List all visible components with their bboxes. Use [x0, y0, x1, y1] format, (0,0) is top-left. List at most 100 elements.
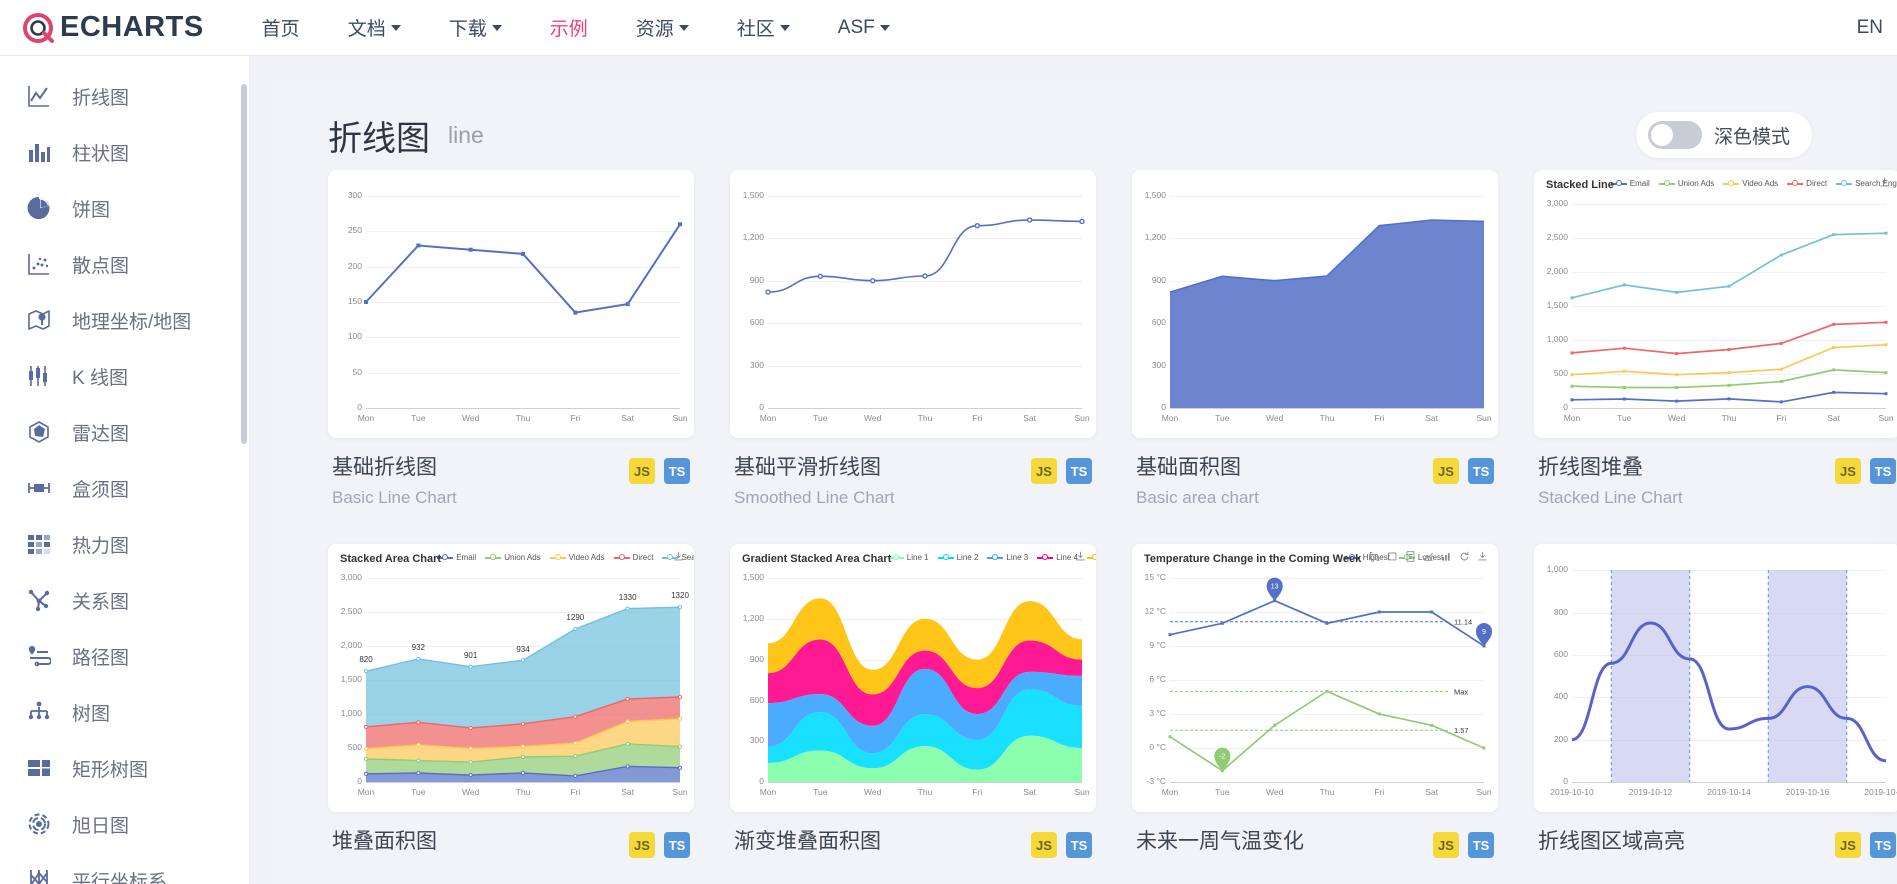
nav-asf-label: ASF: [837, 16, 875, 38]
ts-badge[interactable]: TS: [664, 458, 690, 484]
sidebar-item-13[interactable]: 矩形树图: [0, 740, 249, 796]
chart-preview[interactable]: Stacked Area Chart Email Union Ads Video Ad…: [328, 544, 694, 813]
legend-marker-icon: [613, 553, 630, 562]
chart-preview[interactable]: 0 200 400 600 800 1,000 2019-10-10 2019-10-12 20…: [1534, 544, 1897, 813]
ts-badge[interactable]: TS: [1870, 458, 1896, 484]
radar-icon: [26, 419, 52, 445]
chart-canvas: 11.14 1.57 Max 13 9 -2: [1168, 577, 1492, 773]
chevron-down-icon: [678, 24, 689, 31]
highlight-band: [1611, 570, 1690, 783]
example-card-8[interactable]: 0 200 400 600 800 1,000 2019-10-10 2019-10-12 20…: [1534, 544, 1897, 862]
sidebar-item-10[interactable]: 关系图: [0, 572, 249, 628]
sidebar-list: 折线图柱状图饼图 散点图 地理坐标/地图 K 线图 雷达图 盒须图 热力图 关系图 路径图 树图矩…: [0, 56, 249, 884]
example-card-6[interactable]: Gradient Stacked Area Chart Line 1 Line 2L…: [730, 544, 1096, 862]
legend-item[interactable]: Line 4: [1037, 553, 1078, 562]
legend-item[interactable]: Line 5: [1086, 553, 1096, 562]
chart-preview[interactable]: 0 300 600 900 1,200 1,500 Mon Tue Wed Thu Fri Sat Su…: [730, 170, 1096, 438]
language-switch[interactable]: EN: [1847, 11, 1893, 45]
ts-badge[interactable]: TS: [1066, 458, 1092, 484]
sidebar-item-15[interactable]: 平行坐标系: [0, 852, 249, 884]
sidebar-item-9[interactable]: 热力图: [0, 516, 249, 572]
chevron-down-icon: [491, 24, 502, 31]
save-image-icon[interactable]: [1879, 177, 1890, 188]
chart-title: Stacked Area Chart: [340, 553, 442, 566]
nav-examples[interactable]: 示例: [526, 8, 612, 47]
sidebar-item-5[interactable]: 地理坐标/地图: [0, 292, 249, 348]
line-switch-icon[interactable]: [1423, 551, 1434, 562]
nav-docs[interactable]: 文档: [324, 8, 425, 47]
sidebar-item-11[interactable]: 路径图: [0, 628, 249, 684]
dark-mode-switch[interactable]: [1647, 121, 1702, 149]
nav-home[interactable]: 首页: [238, 8, 324, 47]
bar-switch-icon[interactable]: [1441, 551, 1452, 562]
legend-marker-icon: [1787, 179, 1804, 188]
ts-badge[interactable]: TS: [1870, 832, 1896, 859]
chart-preview[interactable]: 0 50 100 150 200 250 300 Mon Tue Wed Thu Fri Sat Sun: [328, 170, 694, 438]
legend-item[interactable]: Direct: [613, 553, 653, 562]
example-card-2[interactable]: 0 300 600 900 1,200 1,500 Mon Tue Wed Thu Fri Sat Su…: [730, 170, 1096, 508]
nav-download[interactable]: 下载: [425, 8, 526, 47]
example-card-5[interactable]: Stacked Area Chart Email Union Ads Video Ad…: [328, 544, 694, 862]
legend-item[interactable]: Line 1: [887, 553, 929, 562]
restore-icon[interactable]: [1459, 551, 1470, 562]
example-card-3[interactable]: 0 300 600 900 1,200 1,500 Mon Tue Wed Thu Fri Sat Su…: [1132, 170, 1498, 508]
legend-item[interactable]: Line 3: [987, 553, 1028, 562]
js-badge[interactable]: JS: [1835, 458, 1861, 484]
legend-item[interactable]: Union Ads: [1658, 179, 1714, 188]
js-badge[interactable]: JS: [1031, 458, 1057, 484]
dataZoom-icon[interactable]: [1369, 551, 1380, 562]
sidebar-item-4[interactable]: 散点图: [0, 236, 249, 292]
ts-badge[interactable]: TS: [664, 832, 690, 859]
legend-item[interactable]: Direct: [1787, 179, 1827, 188]
dataView-icon[interactable]: [1405, 551, 1416, 562]
legend-item[interactable]: Email: [437, 553, 476, 562]
card-meta: 折线图区域高亮 JS TS: [1534, 829, 1897, 862]
nav-asf[interactable]: ASF: [814, 11, 914, 45]
legend-item[interactable]: Line 2: [937, 553, 978, 562]
js-badge[interactable]: JS: [1433, 832, 1459, 859]
js-badge[interactable]: JS: [1835, 832, 1861, 859]
sidebar-item-3[interactable]: 饼图: [0, 180, 249, 236]
save-image-icon[interactable]: [1477, 551, 1488, 562]
sidebar-scrollbar[interactable]: [241, 84, 247, 444]
example-card-1[interactable]: 0 50 100 150 200 250 300 Mon Tue Wed Thu Fri Sat Sun 基…: [328, 170, 694, 508]
example-card-4[interactable]: Stacked Line Email Union Ads Video Ads Direc…: [1534, 170, 1897, 508]
js-badge[interactable]: JS: [1031, 832, 1057, 859]
save-image-icon[interactable]: [1075, 551, 1086, 562]
sidebar-item-8[interactable]: 盒须图: [0, 460, 249, 516]
legend-item[interactable]: Union Ads: [485, 553, 541, 562]
dataZoomReset-icon[interactable]: [1387, 551, 1398, 562]
ts-badge[interactable]: TS: [1468, 458, 1494, 484]
ts-badge[interactable]: TS: [1468, 832, 1494, 859]
sidebar-item-2[interactable]: 柱状图: [0, 124, 249, 180]
js-badge[interactable]: JS: [1433, 458, 1459, 484]
legend-item[interactable]: Video Ads: [549, 553, 605, 562]
dark-mode-toggle[interactable]: 深色模式: [1635, 112, 1812, 158]
sidebar-item-7[interactable]: 雷达图: [0, 404, 249, 460]
legend-marker-icon: [1658, 179, 1675, 188]
sidebar-item-6[interactable]: K 线图: [0, 348, 249, 404]
card-meta: 基础折线图 Basic Line Chart JS TS: [328, 455, 694, 508]
legend-item[interactable]: Email: [1610, 179, 1650, 188]
example-card-7[interactable]: Temperature Change in the Coming Week Hig…: [1132, 544, 1498, 862]
js-badge[interactable]: JS: [629, 832, 655, 859]
chart-preview[interactable]: Gradient Stacked Area Chart Line 1 Line 2L…: [730, 544, 1096, 813]
chart-preview[interactable]: Stacked Line Email Union Ads Video Ads Direc…: [1534, 170, 1897, 438]
sidebar-item-label: 柱状图: [72, 143, 130, 165]
sidebar-item-1[interactable]: 折线图: [0, 68, 249, 124]
js-badge[interactable]: JS: [629, 458, 655, 484]
brand-logo-link[interactable]: ECHARTS: [22, 11, 204, 45]
sidebar-item-12[interactable]: 树图: [0, 684, 249, 740]
nav-resources[interactable]: 资源: [612, 8, 713, 47]
chart-title: Temperature Change in the Coming Week: [1144, 553, 1362, 566]
sunburst-icon: [26, 811, 52, 837]
treemap-icon: [26, 755, 52, 781]
nav-community[interactable]: 社区: [713, 8, 814, 47]
chart-preview[interactable]: Temperature Change in the Coming Week Hig…: [1132, 544, 1498, 813]
chart-preview[interactable]: 0 300 600 900 1,200 1,500 Mon Tue Wed Thu Fri Sat Su…: [1132, 170, 1498, 438]
sidebar-item-14[interactable]: 旭日图: [0, 796, 249, 852]
save-image-icon[interactable]: [673, 551, 684, 562]
chart-legend: Line 1 Line 2 Line 3 Line 4 Line 5: [887, 553, 1096, 562]
ts-badge[interactable]: TS: [1066, 832, 1092, 859]
legend-item[interactable]: Video Ads: [1723, 179, 1778, 188]
